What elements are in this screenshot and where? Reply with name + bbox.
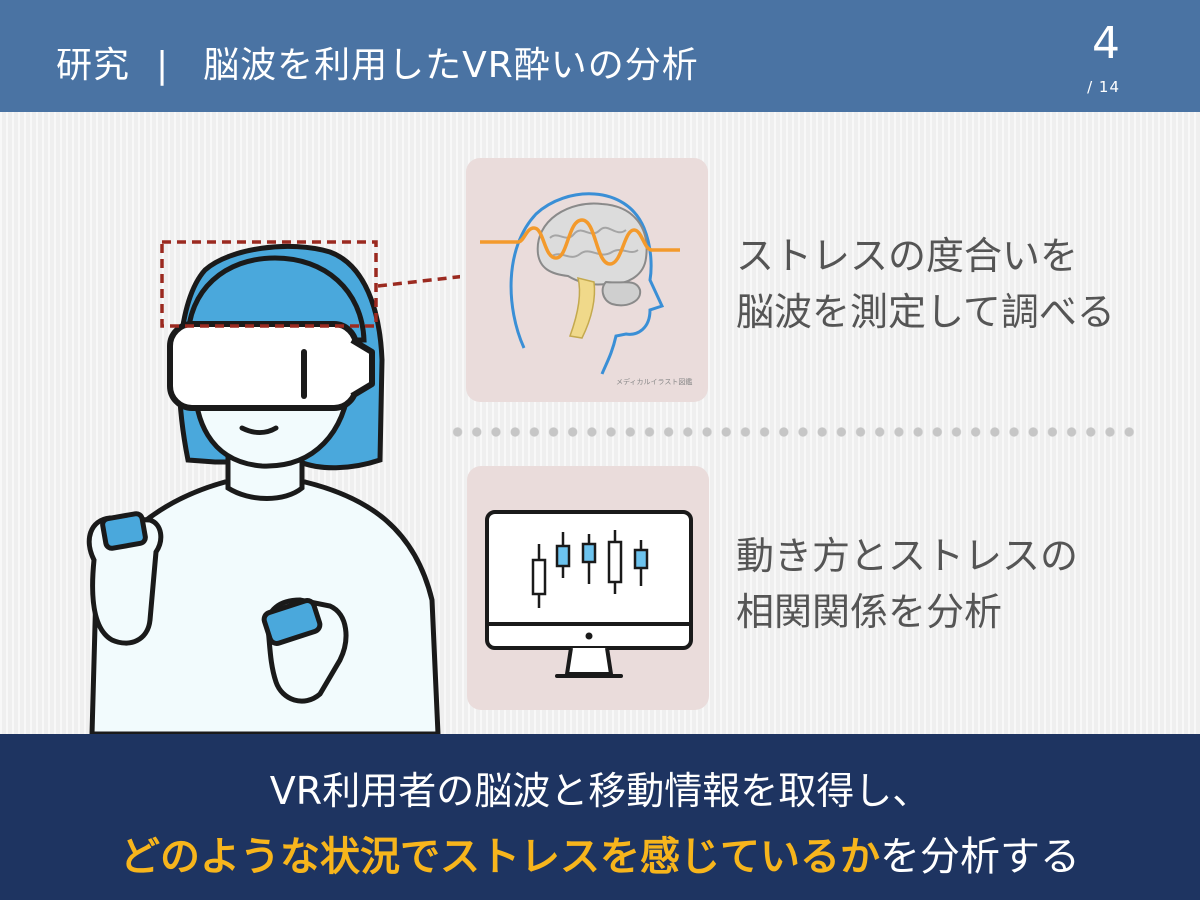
footer-line1: VR利用者の脳波と移動情報を取得し、 — [269, 769, 931, 813]
footer-line2: どのような状況でストレスを感じているかを分析する — [0, 824, 1200, 882]
brain-credit: メディカルイラスト図鑑 — [616, 377, 692, 386]
slide-header: 研究 | 脳波を利用したVR酔いの分析 4 / 14 — [0, 0, 1200, 112]
page-total: / 14 — [1087, 78, 1120, 96]
dotted-divider — [448, 426, 1140, 438]
header-title: 研究 | 脳波を利用したVR酔いの分析 — [56, 36, 699, 88]
vr-user-illustration — [86, 240, 460, 734]
monitor-caption: 動き方とストレスの 相関関係を分析 — [736, 528, 1078, 640]
brain-caption-line2: 脳波を測定して調べる — [736, 290, 1115, 334]
monitor-caption-line2: 相関関係を分析 — [736, 590, 1003, 634]
footer-highlight: どのような状況でストレスを感じているか — [120, 834, 880, 880]
monitor-chart-panel — [467, 466, 709, 710]
vr-headset-icon — [167, 321, 359, 411]
brain-caption-line1: ストレスの度合いを — [736, 234, 1079, 278]
header-category: 研究 — [56, 45, 131, 86]
brain-wave-icon: メディカルイラスト図鑑 — [480, 192, 692, 386]
slide-title: 脳波を利用したVR酔いの分析 — [203, 45, 699, 86]
footer-line2-rest: を分析する — [880, 834, 1080, 880]
brain-caption: ストレスの度合いを 脳波を測定して調べる — [736, 228, 1115, 340]
header-separator: | — [156, 45, 170, 86]
monitor-chart-icon — [485, 510, 693, 678]
page-number: 4 — [1092, 18, 1120, 69]
monitor-caption-line1: 動き方とストレスの — [736, 534, 1079, 578]
summary-footer: VR利用者の脳波と移動情報を取得し、 どのような状況でストレスを感じているかを分… — [0, 734, 1200, 900]
brain-wave-panel: メディカルイラスト図鑑 — [466, 158, 708, 402]
